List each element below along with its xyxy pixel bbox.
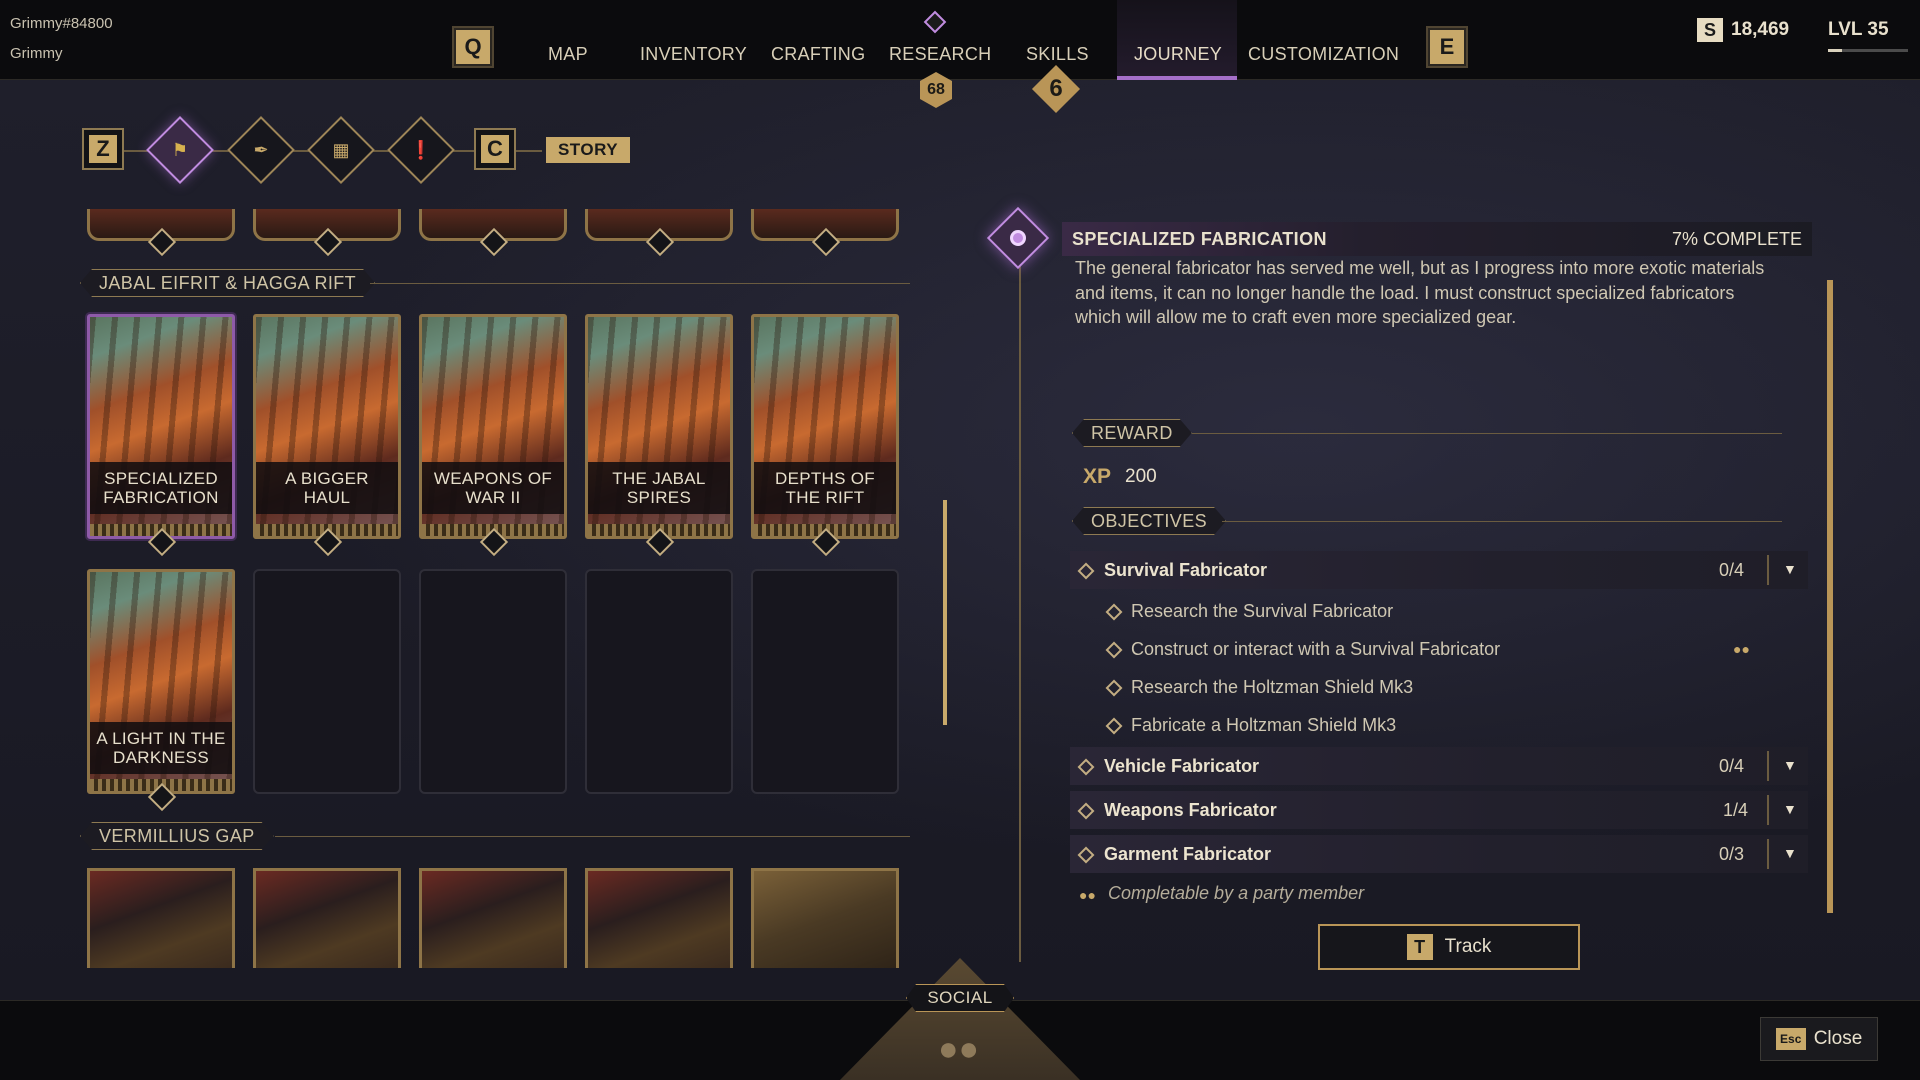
- quest-card[interactable]: [751, 868, 899, 968]
- player-tag: Grimmy#84800: [10, 15, 113, 32]
- quest-description: The general fabricator has served me wel…: [1075, 258, 1765, 327]
- esc-key: Esc: [1775, 1028, 1806, 1050]
- chevron-down-icon[interactable]: ▼: [1783, 801, 1797, 817]
- chevron-down-icon[interactable]: ▼: [1783, 845, 1797, 861]
- quest-grid-scrollbar[interactable]: [943, 500, 947, 725]
- quest-card-specialized-fabrication[interactable]: SPECIALIZED FABRICATION: [87, 314, 235, 539]
- quest-card-title: A BIGGER HAUL: [256, 462, 398, 514]
- party-icon: ●●: [1079, 887, 1096, 903]
- player-name: Grimmy: [10, 45, 63, 62]
- objective-separator: [1767, 795, 1769, 825]
- quest-title: SPECIALIZED FABRICATION: [1072, 229, 1327, 249]
- quest-card-title: THE JABAL SPIRES: [588, 462, 730, 514]
- xp-value: 200: [1125, 466, 1157, 487]
- objectives-divider: [1222, 521, 1782, 522]
- skills-badge: 6: [1049, 75, 1063, 102]
- category-next-key[interactable]: C: [474, 128, 516, 170]
- tab-customization[interactable]: CUSTOMIZATION: [1248, 44, 1399, 65]
- cards-icon: ❗: [409, 139, 433, 160]
- sub-objective: Construct or interact with a Survival Fa…: [1131, 639, 1501, 659]
- chevron-down-icon[interactable]: ▼: [1783, 757, 1797, 773]
- quest-progress: 7% COMPLETE: [1672, 229, 1803, 249]
- track-button[interactable]: T Track: [1318, 924, 1580, 970]
- top-bar: Grimmy#84800 Grimmy Q MAP INVENTORY CRAF…: [0, 0, 1920, 114]
- empty-card-slot: [751, 569, 899, 794]
- level-progress-bar: [1828, 49, 1908, 52]
- objective-separator: [1767, 839, 1769, 869]
- objective-separator: [1767, 751, 1769, 781]
- quest-card-title: WEAPONS OF WAR II: [422, 462, 564, 514]
- empty-card-slot: [419, 569, 567, 794]
- quest-card-depths-of-the-rift[interactable]: DEPTHS OF THE RIFT: [751, 314, 899, 539]
- quest-timeline-line: [1019, 262, 1021, 962]
- track-key: T: [1406, 934, 1433, 960]
- nav-prev-key[interactable]: Q: [454, 28, 492, 66]
- quest-card[interactable]: [253, 868, 401, 968]
- category-prev-key[interactable]: Z: [82, 128, 124, 170]
- reward-divider: [1192, 433, 1782, 434]
- xp-icon: XP: [1083, 465, 1112, 488]
- party-icon: ●●: [1733, 641, 1750, 657]
- reward-header: REWARD: [1072, 419, 1192, 447]
- currency-value: 18,469: [1731, 19, 1790, 40]
- tab-crafting[interactable]: CRAFTING: [771, 44, 865, 65]
- objective-title: Vehicle Fabricator: [1104, 756, 1260, 776]
- close-label: Close: [1813, 1028, 1863, 1049]
- empty-card-slot: [585, 569, 733, 794]
- section-divider: [370, 283, 910, 284]
- objective-count: 1/4: [1723, 800, 1749, 820]
- quest-card[interactable]: [585, 868, 733, 968]
- chevron-down-icon[interactable]: ▼: [1783, 561, 1797, 577]
- objective-count: 0/4: [1719, 756, 1745, 776]
- track-label: Track: [1444, 936, 1492, 957]
- quest-card[interactable]: [419, 868, 567, 968]
- book-icon: ▦: [332, 139, 350, 160]
- section-divider: [275, 836, 910, 837]
- quest-card-a-light-in-the-darkness[interactable]: A LIGHT IN THE DARKNESS: [87, 569, 235, 794]
- social-label[interactable]: SOCIAL: [906, 984, 1014, 1012]
- category-active-label: STORY: [546, 137, 630, 163]
- quest-card-title: A LIGHT IN THE DARKNESS: [90, 722, 232, 774]
- research-notification-icon: [923, 10, 947, 34]
- objectives-header: OBJECTIVES: [1072, 507, 1226, 535]
- objective-count: 0/4: [1719, 560, 1745, 580]
- section-header: VERMILLIUS GAP: [80, 822, 274, 850]
- tab-journey-highlight[interactable]: [1117, 0, 1237, 80]
- quest-card-title: DEPTHS OF THE RIFT: [754, 462, 896, 514]
- objective-title: Garment Fabricator: [1104, 844, 1272, 864]
- sub-objective: Fabricate a Holtzman Shield Mk3: [1131, 715, 1397, 735]
- quest-card-title: SPECIALIZED FABRICATION: [90, 462, 232, 514]
- quest-card-a-bigger-haul[interactable]: A BIGGER HAUL: [253, 314, 401, 539]
- player-level: LVL 35: [1828, 19, 1889, 40]
- objective-title: Weapons Fabricator: [1104, 800, 1277, 820]
- objective-count: 0/3: [1719, 844, 1745, 864]
- tab-map[interactable]: MAP: [548, 44, 588, 65]
- story-banner-icon: ⚑: [171, 139, 189, 160]
- section-header: JABAL EIFRIT & HAGGA RIFT: [80, 269, 375, 297]
- sub-objective: Research the Holtzman Shield Mk3: [1131, 677, 1414, 697]
- close-button[interactable]: Esc Close: [1760, 1017, 1878, 1061]
- quest-card[interactable]: [87, 868, 235, 968]
- tab-research[interactable]: RESEARCH: [889, 44, 991, 65]
- quest-card-weapons-of-war-ii[interactable]: WEAPONS OF WAR II: [419, 314, 567, 539]
- tab-journey[interactable]: JOURNEY: [1134, 44, 1222, 65]
- quill-icon: ✒: [253, 139, 269, 160]
- party-note: Completable by a party member: [1108, 883, 1365, 903]
- objective-title: Survival Fabricator: [1104, 560, 1268, 580]
- tab-inventory[interactable]: INVENTORY: [640, 44, 747, 65]
- quest-card-the-jabal-spires[interactable]: THE JABAL SPIRES: [585, 314, 733, 539]
- nav-next-key[interactable]: E: [1428, 28, 1466, 66]
- tab-skills[interactable]: SKILLS: [1026, 44, 1089, 65]
- detail-scrollbar[interactable]: [1827, 280, 1833, 913]
- solari-icon: S: [1697, 18, 1723, 42]
- empty-card-slot: [253, 569, 401, 794]
- sub-objective: Research the Survival Fabricator: [1131, 601, 1394, 621]
- objective-separator: [1767, 555, 1769, 585]
- group-icon: ●●: [938, 1030, 980, 1068]
- quest-grid: JABAL EIFRIT & HAGGA RIFT SPECIALIZED FAB…: [80, 205, 910, 970]
